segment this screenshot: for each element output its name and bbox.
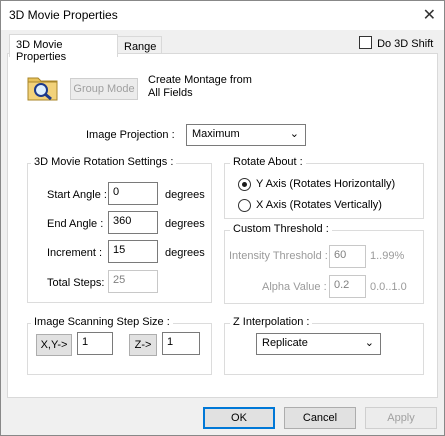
intensity-threshold-label: Intensity Threshold : [229, 250, 328, 262]
increment-label: Increment : [47, 247, 103, 259]
chevron-down-icon: ⌄ [289, 128, 299, 140]
start-angle-label: Start Angle : [47, 189, 107, 201]
total-steps-label: Total Steps: [47, 277, 105, 289]
montage-text-line2: All Fields [148, 87, 193, 99]
image-projection-select[interactable]: Maximum ⌄ [186, 124, 306, 146]
group-mode-button[interactable]: Group Mode [70, 78, 138, 100]
end-angle-unit: degrees [165, 218, 205, 230]
tab-label: 3D Movie Properties [16, 39, 67, 63]
custom-threshold-title: Custom Threshold : [230, 223, 332, 235]
y-axis-radio[interactable] [238, 178, 251, 191]
increment-input[interactable]: 15 [108, 240, 158, 263]
image-projection-label: Image Projection : [86, 129, 175, 141]
increment-unit: degrees [165, 247, 205, 259]
z-interpolation-title: Z Interpolation : [230, 316, 313, 328]
ok-button[interactable]: OK [203, 407, 275, 429]
z-step-input[interactable]: 1 [162, 332, 200, 355]
image-projection-value: Maximum [192, 128, 240, 140]
tab-3d-movie-properties[interactable]: 3D Movie Properties [9, 34, 118, 63]
alpha-value-input[interactable]: 0.2 [329, 275, 366, 298]
checkbox-box[interactable] [359, 36, 372, 49]
total-steps-field: 25 [108, 270, 158, 293]
alpha-value-range: 0.0..1.0 [370, 281, 407, 293]
y-axis-label: Y Axis (Rotates Horizontally) [256, 178, 396, 190]
end-angle-input[interactable]: 360 [108, 211, 158, 234]
rotation-settings-title: 3D Movie Rotation Settings : [31, 156, 177, 168]
tab-label: Range [124, 41, 157, 53]
end-angle-label: End Angle : [47, 218, 104, 230]
close-icon[interactable]: ✕ [423, 5, 436, 25]
xy-step-button[interactable]: X,Y-> [36, 334, 72, 356]
dialog-window: 3D Movie Properties ✕ 3D Movie Propertie… [0, 0, 445, 436]
scan-step-title: Image Scanning Step Size : [31, 316, 173, 328]
tab-range[interactable]: Range [117, 36, 162, 54]
chevron-down-icon: ⌄ [364, 337, 374, 349]
cancel-button[interactable]: Cancel [284, 407, 356, 429]
start-angle-input[interactable]: 0 [108, 182, 158, 205]
title-bar: 3D Movie Properties ✕ [1, 1, 444, 30]
montage-text-line1: Create Montage from [148, 74, 252, 86]
xy-step-input[interactable]: 1 [77, 332, 113, 355]
tab-panel: Group Mode Create Montage from All Field… [7, 53, 438, 398]
rotate-about-title: Rotate About : [230, 156, 306, 168]
x-axis-radio[interactable] [238, 199, 251, 212]
apply-button[interactable]: Apply [365, 407, 437, 429]
start-angle-unit: degrees [165, 189, 205, 201]
intensity-threshold-range: 1..99% [370, 250, 405, 262]
z-interpolation-value: Replicate [262, 337, 308, 349]
alpha-value-label: Alpha Value : [262, 281, 327, 293]
window-title: 3D Movie Properties [9, 8, 118, 22]
do-3d-shift-label: Do 3D Shift [377, 38, 434, 50]
z-interpolation-select[interactable]: Replicate ⌄ [256, 333, 381, 355]
montage-folder-search-icon[interactable] [27, 73, 59, 101]
do-3d-shift-checkbox[interactable]: Do 3D Shift [359, 36, 433, 50]
z-step-button[interactable]: Z-> [129, 334, 157, 356]
x-axis-label: X Axis (Rotates Vertically) [256, 199, 382, 211]
intensity-threshold-input[interactable]: 60 [329, 245, 366, 268]
